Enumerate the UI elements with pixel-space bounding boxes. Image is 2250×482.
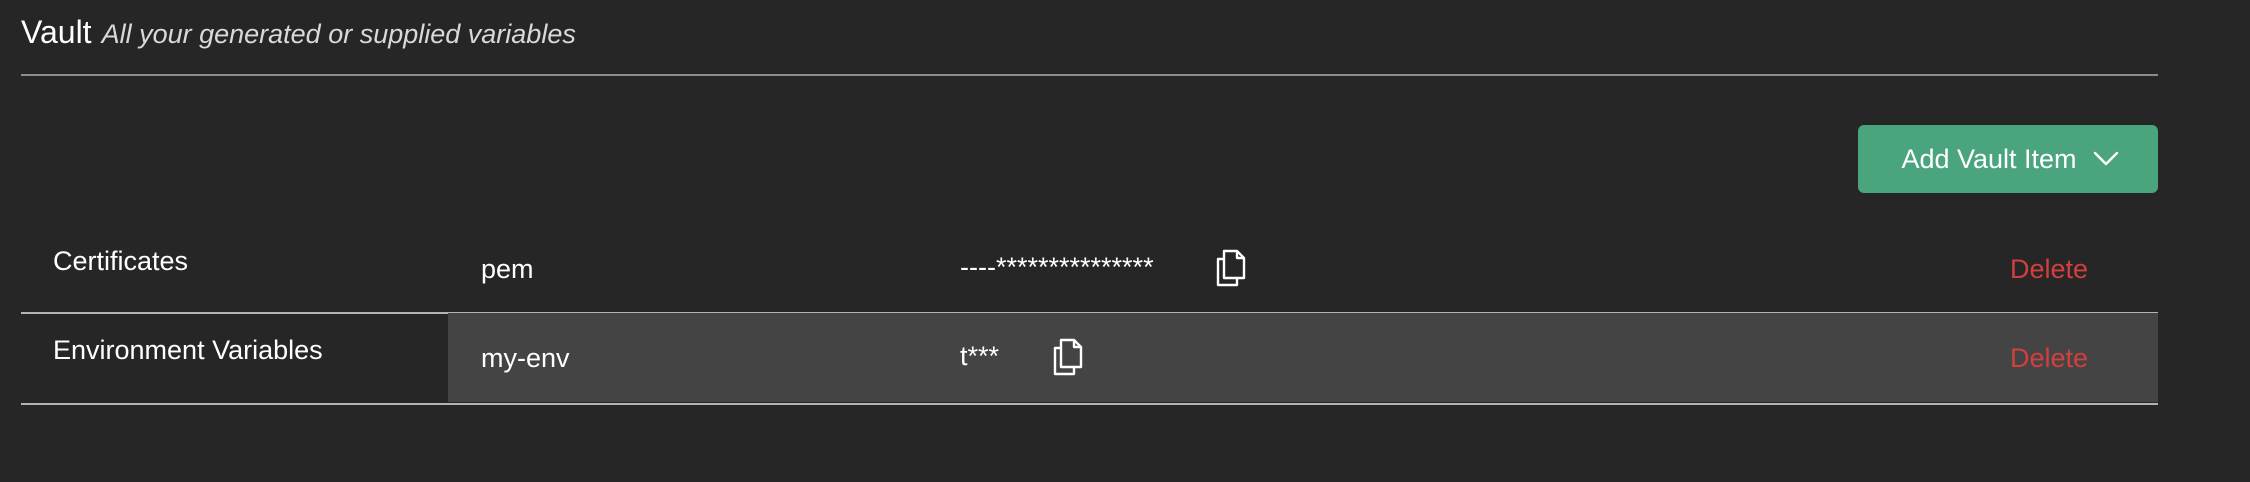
delete-button[interactable]: Delete xyxy=(2010,343,2088,374)
vault-row: Environment Variables my-env t*** Delete xyxy=(21,313,2158,402)
chevron-down-icon xyxy=(2093,151,2119,167)
copy-icon[interactable] xyxy=(1213,248,1249,288)
add-vault-item-label: Add Vault Item xyxy=(1901,143,2077,174)
add-vault-item-button[interactable]: Add Vault Item xyxy=(1858,125,2158,193)
delete-button[interactable]: Delete xyxy=(2010,254,2088,285)
row-category: Environment Variables xyxy=(53,335,323,365)
copy-icon[interactable] xyxy=(1050,337,1086,377)
page-title: Vault xyxy=(21,14,92,50)
row-divider xyxy=(21,403,2158,405)
row-category: Certificates xyxy=(53,246,189,276)
row-value: ----*************** xyxy=(960,252,1154,282)
page-subtitle: All your generated or supplied variables xyxy=(101,19,576,49)
page-header: Vault All your generated or supplied var… xyxy=(21,14,576,54)
row-highlight xyxy=(448,313,2158,402)
vault-row: Certificates pem ----*************** Del… xyxy=(21,224,2158,313)
row-value: t*** xyxy=(960,341,1000,371)
header-divider xyxy=(21,74,2158,76)
row-name: pem xyxy=(481,254,534,284)
row-name: my-env xyxy=(481,343,570,373)
